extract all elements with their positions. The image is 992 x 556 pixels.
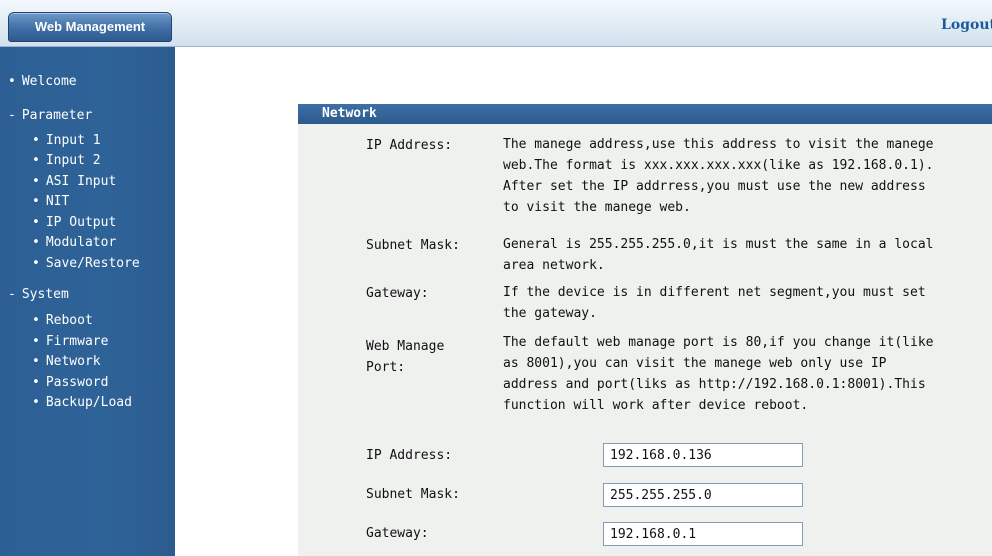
logout-link[interactable]: Logout bbox=[941, 17, 992, 33]
bullet-icon: • bbox=[32, 194, 40, 209]
subnet-mask-label: Subnet Mask: bbox=[366, 487, 460, 502]
ip-address-input[interactable] bbox=[603, 443, 803, 467]
sidebar-item-modulator[interactable]: • Modulator bbox=[32, 235, 116, 250]
bullet-icon: • bbox=[32, 133, 40, 148]
help-text-gateway: If the device is in different net segmen… bbox=[503, 285, 926, 321]
sidebar-group-parameter[interactable]: - Parameter bbox=[8, 108, 92, 123]
panel-title: Network bbox=[298, 104, 992, 124]
help-text-ip: The manege address,use this address to v… bbox=[503, 137, 934, 215]
sidebar-item-label: Password bbox=[45, 375, 109, 390]
sidebar-group-label: System bbox=[21, 287, 69, 302]
help-label-gateway: Gateway: bbox=[366, 286, 429, 301]
sidebar-item-input-2[interactable]: • Input 2 bbox=[32, 153, 101, 168]
sidebar-group-system[interactable]: - System bbox=[8, 287, 69, 302]
top-bar: Web Management Logout bbox=[0, 0, 992, 47]
bullet-icon: • bbox=[32, 215, 40, 230]
sidebar-item-input-1[interactable]: • Input 1 bbox=[32, 133, 101, 148]
gateway-label: Gateway: bbox=[366, 526, 429, 541]
bullet-icon: • bbox=[32, 153, 40, 168]
ip-address-label: IP Address: bbox=[366, 448, 453, 463]
sidebar-item-reboot[interactable]: • Reboot bbox=[32, 313, 93, 328]
sidebar-item-save-restore[interactable]: • Save/Restore bbox=[32, 256, 140, 271]
sidebar-item-label: NIT bbox=[45, 194, 70, 209]
brand-tab: Web Management bbox=[8, 12, 172, 42]
sidebar: • Welcome - Parameter • Input 1 • Input 2 • A… bbox=[0, 47, 175, 556]
sidebar-item-welcome[interactable]: • Welcome bbox=[8, 74, 77, 89]
bullet-icon: • bbox=[32, 256, 40, 271]
sidebar-item-asi-input[interactable]: • ASI Input bbox=[32, 174, 116, 189]
sidebar-item-label: IP Output bbox=[45, 215, 117, 230]
network-panel: Network IP Address: The manege address,u… bbox=[298, 104, 992, 556]
sidebar-item-label: Backup/Load bbox=[45, 395, 132, 410]
bullet-icon: • bbox=[32, 354, 40, 369]
help-label-mask: Subnet Mask: bbox=[366, 238, 460, 253]
bullet-icon: • bbox=[8, 74, 16, 89]
sidebar-item-label: Input 2 bbox=[45, 153, 101, 168]
bullet-icon: • bbox=[32, 235, 40, 250]
bullet-icon: • bbox=[32, 395, 40, 410]
sidebar-item-label: Modulator bbox=[45, 235, 117, 250]
sidebar-item-firmware[interactable]: • Firmware bbox=[32, 334, 108, 349]
sidebar-item-label: Input 1 bbox=[45, 133, 101, 148]
subnet-mask-input[interactable] bbox=[603, 483, 803, 507]
sidebar-item-label: Welcome bbox=[21, 74, 77, 89]
sidebar-group-label: Parameter bbox=[21, 108, 93, 123]
help-label-ip: IP Address: bbox=[366, 138, 453, 153]
bullet-icon: • bbox=[32, 174, 40, 189]
collapse-icon: - bbox=[8, 287, 16, 302]
bullet-icon: • bbox=[32, 375, 40, 390]
sidebar-item-label: Firmware bbox=[45, 334, 109, 349]
sidebar-item-network[interactable]: • Network bbox=[32, 354, 101, 369]
bullet-icon: • bbox=[32, 313, 40, 328]
sidebar-item-label: Reboot bbox=[45, 313, 93, 328]
sidebar-item-nit[interactable]: • NIT bbox=[32, 194, 69, 209]
sidebar-item-label: Save/Restore bbox=[45, 256, 140, 271]
bullet-icon: • bbox=[32, 334, 40, 349]
gateway-input[interactable] bbox=[603, 522, 803, 546]
sidebar-item-password[interactable]: • Password bbox=[32, 375, 108, 390]
help-text-port: The default web manage port is 80,if you… bbox=[503, 335, 934, 413]
sidebar-item-backup-load[interactable]: • Backup/Load bbox=[32, 395, 132, 410]
help-label-port: Web Manage Port: bbox=[366, 339, 445, 375]
help-text-mask: General is 255.255.255.0,it is must the … bbox=[503, 237, 934, 273]
sidebar-item-ip-output[interactable]: • IP Output bbox=[32, 215, 116, 230]
sidebar-item-label: ASI Input bbox=[45, 174, 117, 189]
sidebar-item-label: Network bbox=[45, 354, 101, 369]
collapse-icon: - bbox=[8, 108, 16, 123]
